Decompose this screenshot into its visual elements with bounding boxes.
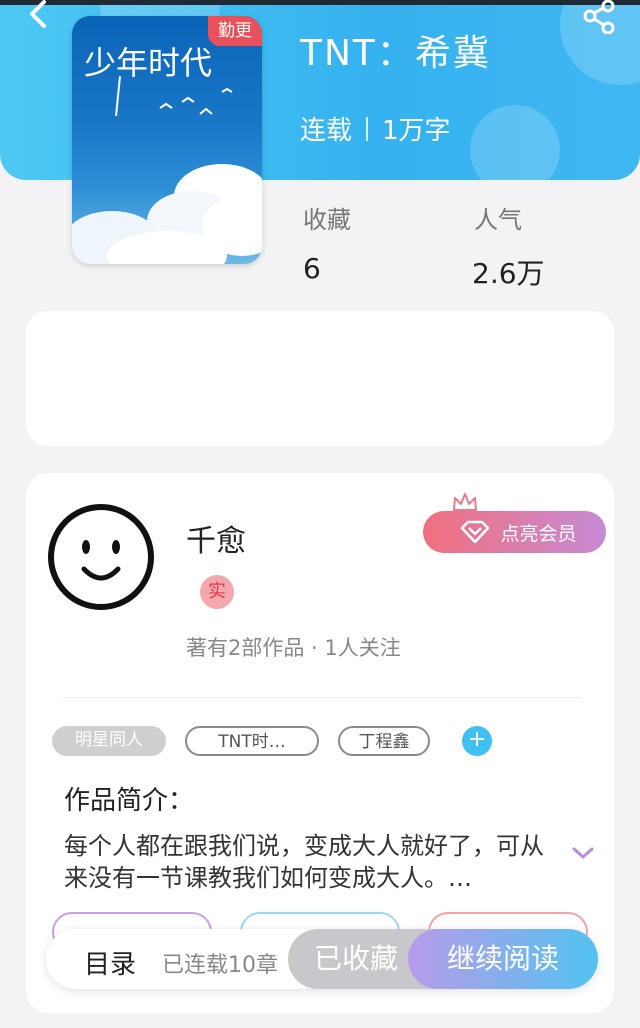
smiley-avatar-icon: [48, 504, 154, 610]
divider: [366, 116, 369, 141]
blank-card: [26, 311, 614, 446]
book-cover[interactable]: 少年时代 勤更: [72, 16, 262, 264]
word-count: 1万字: [382, 116, 451, 146]
author-meta: 著有2部作品 · 1人关注: [186, 636, 401, 660]
crown-icon: [453, 493, 477, 511]
share-button[interactable]: [582, 0, 618, 35]
share-icon: [583, 0, 615, 35]
add-tag-button[interactable]: +: [462, 726, 492, 756]
chapter-count: 已连载10章: [162, 953, 278, 978]
serial-status: 连载: [300, 116, 353, 146]
popularity-count: 2.6万: [472, 257, 545, 290]
cover-illustration: 少年时代: [72, 44, 262, 264]
chevron-left-icon: [30, 0, 46, 28]
back-button[interactable]: [18, 0, 58, 34]
tag-character[interactable]: 丁程鑫: [338, 726, 430, 756]
toc-button[interactable]: 目录: [84, 944, 136, 981]
cover-title-text: 少年时代: [84, 44, 212, 82]
popularity-label: 人气: [474, 206, 522, 234]
book-title: TNT：希冀: [300, 33, 491, 74]
tag-tnt[interactable]: TNT时…: [185, 726, 319, 756]
collect-count: 6: [303, 252, 321, 285]
intro-title: 作品简介：: [64, 786, 195, 816]
continue-reading-button[interactable]: 继续阅读: [408, 929, 598, 989]
book-status-row: 连载 1万字: [300, 110, 451, 147]
vip-button-label: 点亮会员: [500, 522, 577, 545]
update-badge: 勤更: [208, 16, 262, 46]
verified-badge: 实: [200, 575, 234, 609]
diamond-icon: [461, 520, 490, 544]
chevron-down-icon[interactable]: [570, 844, 596, 862]
intro-text: 每个人都在跟我们说，变成大人就好了，可从来没有一节课教我们如何变成大人。…: [64, 832, 544, 892]
avatar[interactable]: [46, 503, 156, 611]
collect-label: 收藏: [303, 206, 351, 234]
author-name[interactable]: 千愈: [186, 516, 246, 560]
tag-genre[interactable]: 明星同人: [52, 726, 166, 756]
divider: [62, 697, 582, 698]
plus-icon: +: [467, 727, 487, 752]
vip-button[interactable]: 点亮会员: [423, 511, 606, 553]
decor-bubble: [470, 105, 560, 180]
